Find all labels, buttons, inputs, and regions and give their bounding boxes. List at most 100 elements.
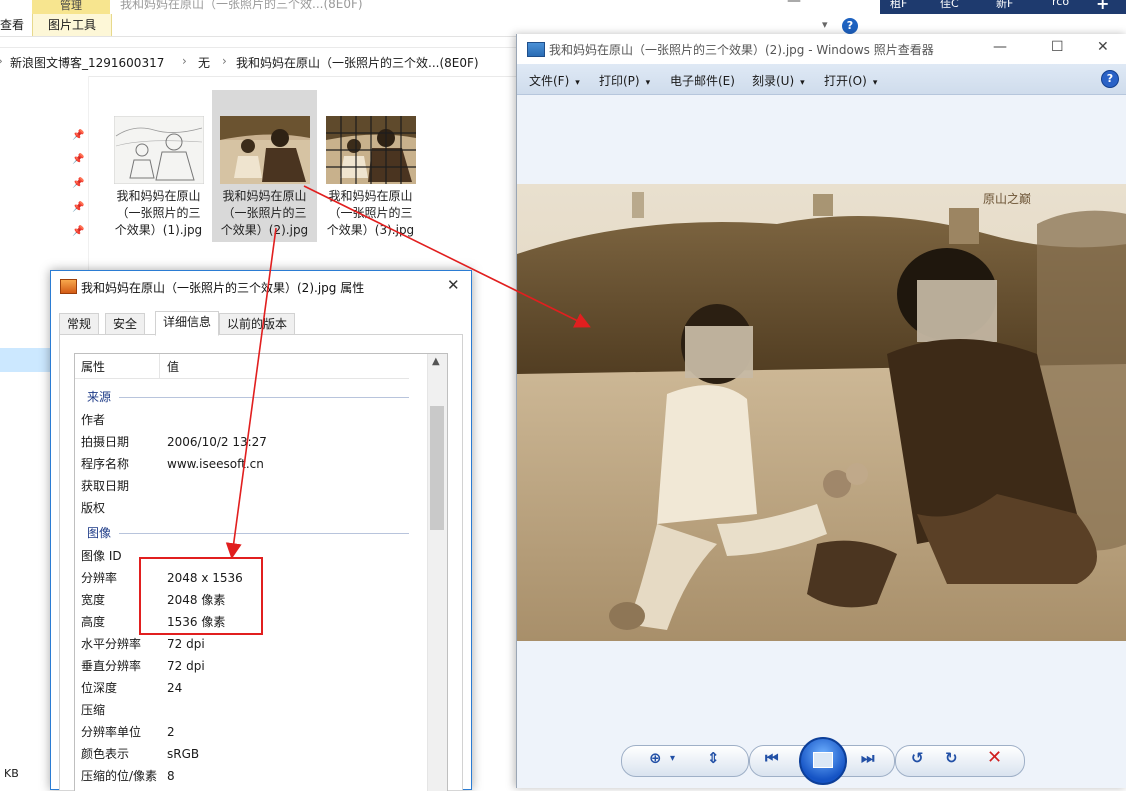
image-file-icon — [60, 279, 77, 294]
viewer-title-bar[interactable]: 我和妈妈在原山（一张照片的三个效果）(2).jpg - Windows 照片查看… — [517, 34, 1126, 64]
table-row[interactable]: 垂直分辨率 72 dpi — [81, 655, 421, 677]
table-row[interactable]: 压缩 — [81, 699, 421, 721]
tab-general[interactable]: 常规 — [59, 313, 100, 335]
taskbar-item[interactable]: 佳C — [940, 0, 959, 11]
chevron-down-icon: ▾ — [645, 78, 651, 88]
slideshow-icon — [813, 752, 833, 768]
chevron-down-icon: ▾ — [872, 78, 878, 88]
resolution-highlight-box — [139, 557, 263, 635]
file-item-1[interactable]: 我和妈妈在原山 （一张照片的三 个效果）(1).jpg — [106, 90, 211, 242]
slideshow-button[interactable] — [799, 737, 847, 785]
explorer-ribbon: 管理 图片工具 查看 我和妈妈在原山（一张照片的三个效...(8E0F) — ▾… — [0, 0, 880, 37]
zoom-chevron-down-icon[interactable]: ▾ — [670, 753, 675, 764]
tab-security[interactable]: 安全 — [105, 313, 146, 335]
breadcrumb-item-folder[interactable]: 我和妈妈在原山（一张照片的三个效...(8E0F) — [236, 54, 479, 71]
photo-viewer-window[interactable]: 我和妈妈在原山（一张照片的三个效果）(2).jpg - Windows 照片查看… — [516, 34, 1126, 788]
menu-print[interactable]: 打印(P) ▾ — [599, 72, 650, 89]
ribbon-expand-chevron-icon[interactable]: ▾ — [822, 18, 828, 31]
taskbar-item[interactable]: 租F — [890, 0, 907, 11]
viewer-help-icon[interactable]: ? — [1101, 70, 1119, 88]
breadcrumb-separator-icon: › — [222, 54, 227, 68]
menu-open[interactable]: 打开(O) ▾ — [824, 72, 877, 89]
chevron-down-icon: ▾ — [800, 78, 805, 88]
file-name-label: 我和妈妈在原山 （一张照片的三 个效果）(3).jpg — [326, 189, 415, 237]
pin-icon[interactable]: 📌 — [72, 226, 84, 237]
table-row[interactable]: 颜色表示 sRGB — [81, 743, 421, 765]
rotate-right-icon[interactable]: ↻ — [945, 749, 958, 767]
column-header-value[interactable]: 值 — [167, 358, 179, 375]
previous-icon[interactable]: ⏮ — [765, 749, 779, 767]
status-size-unit: KB — [4, 767, 19, 780]
table-row[interactable]: 压缩的位/像素 8 — [81, 765, 421, 787]
viewer-title: 我和妈妈在原山（一张照片的三个效果）(2).jpg - Windows 照片查看… — [549, 43, 934, 57]
explorer-minimize-button[interactable]: — — [787, 0, 801, 9]
table-row[interactable]: 水平分辨率 72 dpi — [81, 633, 421, 655]
tab-previous-versions[interactable]: 以前的版本 — [219, 313, 296, 335]
dialog-title-bar[interactable]: 我和妈妈在原山（一张照片的三个效果）(2).jpg 属性 ✕ — [51, 271, 471, 301]
pin-icon[interactable]: 📌 — [72, 154, 84, 165]
taskbar-item[interactable]: 新F — [996, 0, 1013, 11]
tab-picture-tools[interactable]: 图片工具 — [32, 14, 112, 36]
menu-file[interactable]: 文件(F) ▾ — [529, 72, 580, 89]
table-row[interactable]: 程序名称 www.iseesoft.cn — [81, 453, 421, 475]
sepia-photo: 原山之巅 — [517, 184, 1126, 641]
breadcrumb-item-none[interactable]: 无 — [198, 54, 210, 71]
column-header-property[interactable]: 属性 — [81, 358, 105, 375]
dialog-title: 我和妈妈在原山（一张照片的三个效果）(2).jpg 属性 — [81, 281, 365, 295]
menu-burn[interactable]: 刻录(U) ▾ — [752, 72, 805, 89]
breadcrumb-item-blog[interactable]: 新浪图文博客_1291600317 — [10, 54, 164, 71]
explorer-window-title: 我和妈妈在原山（一张照片的三个效...(8E0F) — [120, 0, 363, 11]
navigation-pane-selected-item[interactable] — [0, 348, 50, 372]
taskbar-item[interactable]: rco — [1052, 0, 1069, 8]
scrollbar-thumb[interactable] — [430, 406, 444, 530]
explorer-help-icon[interactable]: ? — [842, 18, 858, 34]
dialog-close-button[interactable]: ✕ — [447, 276, 460, 294]
section-divider — [119, 397, 409, 398]
photo-watermark: 原山之巅 — [983, 192, 1032, 206]
table-row[interactable]: 拍摄日期 2006/10/2 13:27 — [81, 431, 421, 453]
zoom-fit-controls — [621, 745, 749, 777]
next-icon[interactable]: ⏭ — [861, 749, 875, 767]
thumbnail-sketch-image — [114, 116, 204, 184]
column-divider[interactable] — [159, 354, 160, 378]
photo-viewer-app-icon — [527, 42, 545, 57]
viewer-menu-bar: 文件(F) ▾ 打印(P) ▾ 电子邮件(E) 刻录(U) ▾ 打开(O) ▾ ? — [517, 64, 1126, 95]
pin-icon[interactable]: 📌 — [72, 202, 84, 213]
pin-icon[interactable]: 📌 — [72, 178, 84, 189]
viewer-maximize-button[interactable]: ☐ — [1051, 39, 1064, 55]
section-origin: 来源 — [75, 386, 415, 408]
table-row[interactable]: 分辨率单位 2 — [81, 721, 421, 743]
table-row[interactable]: 获取日期 — [81, 475, 421, 497]
viewer-control-bar: ⊕ ▾ ⇕ ⏮ ⏭ ↺ ↻ ✕ — [517, 735, 1126, 788]
table-row[interactable]: 位深度 24 — [81, 677, 421, 699]
table-row[interactable]: 作者 — [81, 409, 421, 431]
breadcrumb-separator-icon: › — [0, 54, 3, 68]
scroll-up-arrow-icon[interactable]: ▲ — [432, 356, 440, 367]
tab-details[interactable]: 详细信息 — [155, 311, 220, 336]
context-tab-group-label: 管理 — [32, 0, 110, 14]
tab-view[interactable]: 查看 — [0, 14, 28, 36]
section-image: 图像 — [75, 522, 415, 544]
thumbnail-sepia-image — [220, 116, 310, 184]
new-tab-plus-icon[interactable]: + — [1096, 0, 1109, 13]
menu-email[interactable]: 电子邮件(E) — [670, 72, 735, 89]
file-name-label: 我和妈妈在原山 （一张照片的三 个效果）(1).jpg — [114, 189, 203, 237]
table-row[interactable]: 版权 — [81, 497, 421, 519]
address-bar[interactable]: › 新浪图文博客_1291600317 › 无 › 我和妈妈在原山（一张照片的三… — [0, 47, 516, 77]
file-item-3[interactable]: 我和妈妈在原山 （一张照片的三 个效果）(3).jpg — [318, 90, 423, 242]
actual-size-icon[interactable]: ⇕ — [707, 749, 720, 767]
delete-icon[interactable]: ✕ — [987, 747, 1002, 768]
section-title: 来源 — [87, 390, 112, 404]
viewer-minimize-button[interactable]: — — [993, 39, 1007, 55]
pin-icon[interactable]: 📌 — [72, 130, 84, 141]
list-scrollbar[interactable]: ▲ — [427, 354, 447, 791]
list-header: 属性 值 — [75, 354, 409, 379]
zoom-icon[interactable]: ⊕ — [649, 749, 662, 767]
chevron-down-icon: ▾ — [575, 78, 580, 88]
file-item-2[interactable]: 我和妈妈在原山 （一张照片的三 个效果）(2).jpg — [212, 90, 317, 242]
rotate-left-icon[interactable]: ↺ — [911, 749, 924, 767]
properties-dialog[interactable]: 我和妈妈在原山（一张照片的三个效果）(2).jpg 属性 ✕ 常规 安全 详细信… — [50, 270, 472, 791]
viewer-close-button[interactable]: ✕ — [1097, 39, 1109, 55]
viewer-canvas: 原山之巅 — [517, 95, 1126, 735]
section-title: 图像 — [87, 526, 112, 540]
